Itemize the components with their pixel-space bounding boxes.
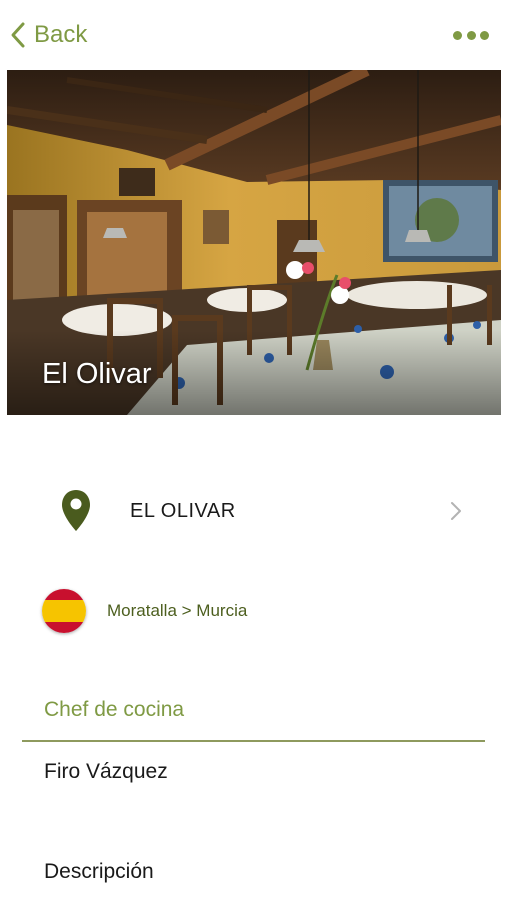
more-dot (466, 30, 476, 40)
back-label: Back (34, 21, 88, 48)
chevron-left-icon (10, 21, 26, 49)
description-label: Descripción (44, 860, 154, 883)
region-breadcrumb: Moratalla > Murcia (107, 601, 248, 620)
map-pin-icon (60, 488, 92, 539)
location-name: EL OLIVAR (130, 500, 236, 522)
more-dots-icon (453, 30, 462, 40)
restaurant-location-row[interactable]: EL OLIVAR (0, 478, 507, 544)
chef-name: Firo Vázquez (44, 760, 168, 783)
navigation-bar: Back (0, 0, 507, 70)
more-dot (480, 30, 489, 40)
region-row: Moratalla > Murcia (0, 586, 507, 636)
back-button[interactable]: Back (10, 18, 87, 52)
section-divider (22, 740, 485, 742)
spain-flag-icon (42, 589, 86, 633)
restaurant-title: El Olivar (42, 358, 152, 390)
more-options-button[interactable] (453, 26, 489, 44)
chef-section-title: Chef de cocina (44, 698, 185, 721)
chevron-right-icon (449, 500, 463, 527)
